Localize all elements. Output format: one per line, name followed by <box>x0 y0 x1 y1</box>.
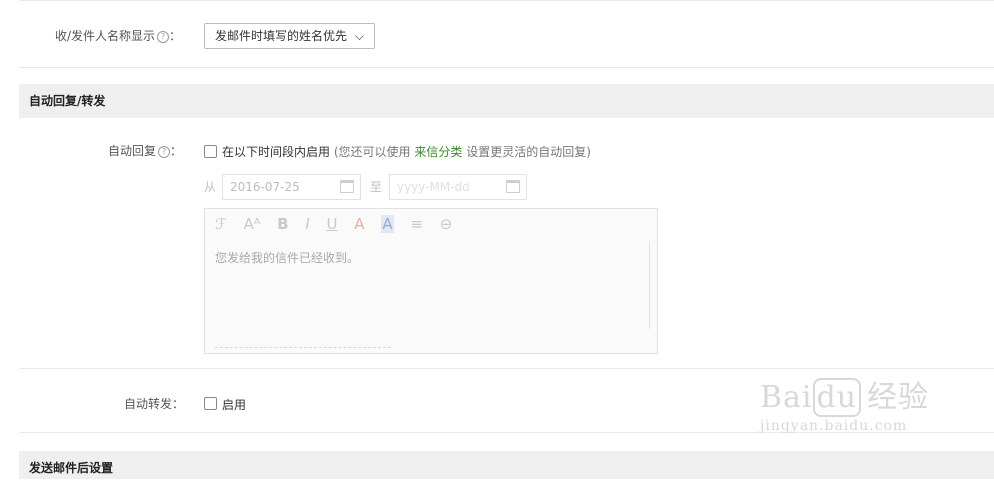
question-circle-icon[interactable]: ? <box>157 30 170 43</box>
font-color-icon[interactable]: A <box>354 215 364 233</box>
font-icon[interactable]: ℱ <box>215 215 227 233</box>
bold-icon[interactable]: B <box>277 215 288 233</box>
mail-category-link[interactable]: 来信分类 <box>414 145 462 159</box>
divider <box>19 368 994 369</box>
align-icon[interactable]: ≡ <box>410 215 423 233</box>
auto-reply-editor[interactable]: ℱ Aᴬ B I U A A ≡ ⊖ 您发给我的信件已经收到。 <box>204 208 658 354</box>
bg-color-icon[interactable]: A <box>381 215 394 233</box>
question-circle-icon[interactable]: ? <box>158 145 171 158</box>
editor-toolbar: ℱ Aᴬ B I U A A ≡ ⊖ <box>215 215 464 233</box>
display-name-label: 收/发件人名称显示?： <box>55 29 182 43</box>
section-header-auto-reply: 自动回复/转发 <box>19 84 994 118</box>
to-label: 至 <box>370 180 383 194</box>
auto-reply-label: 自动回复?： <box>108 144 183 158</box>
auto-forward-checkbox[interactable] <box>204 397 217 410</box>
auto-reply-checkbox[interactable] <box>204 145 217 158</box>
calendar-icon[interactable] <box>506 180 520 193</box>
italic-icon[interactable]: I <box>305 215 309 233</box>
paw-icon: du <box>812 378 862 417</box>
auto-reply-checkbox-label: 在以下时间段内启用 (您还可以使用 来信分类 设置更灵活的自动回复) <box>222 145 591 159</box>
link-icon[interactable]: ⊖ <box>440 215 453 233</box>
calendar-icon[interactable] <box>340 180 354 193</box>
font-size-icon[interactable]: Aᴬ <box>244 215 261 233</box>
to-date-input[interactable]: yyyy-MM-dd <box>389 174 527 200</box>
display-name-row: 收/发件人名称显示?： 发邮件时填写的姓名优先 ⌵ <box>19 0 994 68</box>
watermark-logo: Bai du 经验 <box>760 378 930 417</box>
baidu-watermark: Bai du 经验 jingyan.baidu.com <box>760 372 929 434</box>
section-header-after-send: 发送邮件后设置 <box>19 451 994 479</box>
watermark-url: jingyan.baidu.com <box>760 418 908 434</box>
from-label: 从 <box>204 180 217 194</box>
editor-scrollbar[interactable] <box>649 241 650 329</box>
chevron-down-icon: ⌵ <box>354 29 364 43</box>
from-date-input[interactable]: 2016-07-25 <box>222 174 361 200</box>
underline-icon[interactable]: U <box>327 215 338 233</box>
auto-forward-checkbox-label: 启用 <box>222 398 247 412</box>
editor-divider <box>215 347 391 348</box>
editor-content[interactable]: 您发给我的信件已经收到。 <box>215 249 359 266</box>
auto-forward-label: 自动转发： <box>124 397 185 411</box>
display-name-select[interactable]: 发邮件时填写的姓名优先 ⌵ <box>204 23 375 49</box>
